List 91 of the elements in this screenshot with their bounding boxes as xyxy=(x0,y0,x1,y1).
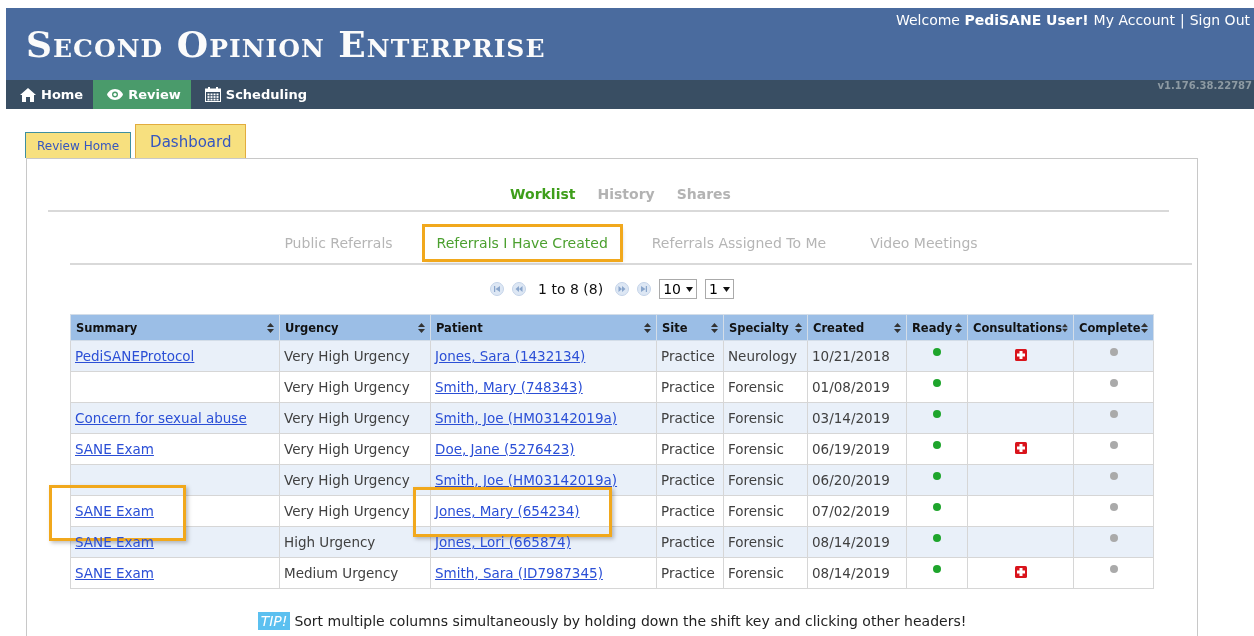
table-cell: Forensic xyxy=(723,402,808,434)
version-text: v1.176.38.22787 xyxy=(1157,80,1252,91)
page-select[interactable]: 1 xyxy=(705,279,734,299)
sign-out-link[interactable]: Sign Out xyxy=(1189,12,1250,28)
table-cell: 08/14/2019 xyxy=(807,557,907,589)
table-cell: Forensic xyxy=(723,371,808,403)
table-cell: Forensic xyxy=(723,526,808,558)
table-cell: Practice xyxy=(656,402,724,434)
section-tab[interactable]: Worklist xyxy=(510,186,576,202)
column-header[interactable]: Created xyxy=(807,314,907,341)
sort-icon xyxy=(955,322,962,333)
table-cell: 06/19/2019 xyxy=(807,433,907,465)
table-cell: Practice xyxy=(656,464,724,496)
medical-cross-icon xyxy=(1014,442,1027,454)
welcome-text: Welcome PediSANE User! xyxy=(895,12,1089,28)
sort-icon xyxy=(644,322,651,333)
patient-link[interactable]: Smith, Joe (HM03142019a) xyxy=(435,472,618,488)
summary-link[interactable]: SANE Exam xyxy=(75,565,154,581)
tab[interactable]: Review Home xyxy=(25,132,132,158)
table-cell: Very High Urgency xyxy=(279,402,431,434)
patient-link[interactable]: Smith, Joe (HM03142019a) xyxy=(435,410,618,426)
medical-cross-icon xyxy=(1014,349,1027,361)
sort-icon xyxy=(795,322,802,333)
eye-icon xyxy=(107,89,124,100)
table-cell: Very High Urgency xyxy=(279,433,431,465)
table-cell: Neurology xyxy=(723,340,808,372)
app-title: Second Opinion Enterprise xyxy=(26,26,546,62)
column-header[interactable]: Complete xyxy=(1073,314,1154,341)
last-page-icon[interactable] xyxy=(637,282,652,296)
column-header[interactable]: Ready xyxy=(906,314,968,341)
table-cell: Very High Urgency xyxy=(279,495,431,527)
sort-icon xyxy=(267,322,274,333)
column-header[interactable]: Consultations xyxy=(967,314,1074,341)
sort-icon xyxy=(894,322,901,333)
table-cell: 01/08/2019 xyxy=(807,371,907,403)
sort-icon xyxy=(1141,322,1148,333)
table-cell: 06/20/2019 xyxy=(807,464,907,496)
medical-cross-icon xyxy=(1014,566,1027,578)
column-header[interactable]: Patient xyxy=(430,314,657,341)
first-page-icon[interactable] xyxy=(490,282,505,296)
summary-link[interactable]: SANE Exam xyxy=(75,441,154,457)
patient-link[interactable]: Jones, Mary (654234) xyxy=(435,503,580,519)
page-range-text: 1 to 8 (8) xyxy=(538,281,604,297)
table-cell: Forensic xyxy=(723,495,808,527)
nav-item[interactable]: Home xyxy=(6,80,94,109)
table-cell: Practice xyxy=(656,526,724,558)
summary-link[interactable]: Concern for sexual abuse xyxy=(75,410,247,426)
sort-icon xyxy=(711,322,718,333)
summary-link[interactable]: SANE Exam xyxy=(75,503,154,519)
table-cell: High Urgency xyxy=(279,526,431,558)
patient-link[interactable]: Doe, Jane (5276423) xyxy=(435,441,575,457)
patient-link[interactable]: Smith, Sara (ID7987345) xyxy=(435,565,603,581)
table-cell: Practice xyxy=(656,557,724,589)
tab[interactable]: Dashboard xyxy=(135,124,247,158)
link-separator: | xyxy=(1179,12,1185,28)
column-header[interactable]: Urgency xyxy=(279,314,431,341)
page-size-select[interactable]: 10 xyxy=(659,279,697,299)
calendar-icon xyxy=(204,87,221,102)
previous-page-icon[interactable] xyxy=(512,282,527,296)
caret-icon xyxy=(686,286,693,292)
column-header[interactable]: Site xyxy=(656,314,724,341)
nav-item[interactable]: Scheduling xyxy=(190,80,317,109)
table-cell: Very High Urgency xyxy=(279,371,431,403)
table-cell: Very High Urgency xyxy=(279,340,431,372)
table-cell: Forensic xyxy=(723,464,808,496)
table-cell: Very High Urgency xyxy=(279,464,431,496)
table-cell: Forensic xyxy=(723,557,808,589)
patient-link[interactable]: Smith, Mary (748343) xyxy=(435,379,583,395)
table-cell: 07/02/2019 xyxy=(807,495,907,527)
table-cell: Medium Urgency xyxy=(279,557,431,589)
tip-badge: TIP! xyxy=(257,612,291,630)
table-cell: Forensic xyxy=(723,433,808,465)
table-cell: Practice xyxy=(656,433,724,465)
caret-icon xyxy=(722,286,730,292)
patient-link[interactable]: Jones, Sara (1432134) xyxy=(435,348,586,364)
table-cell: 10/21/2018 xyxy=(807,340,907,372)
next-page-icon[interactable] xyxy=(615,282,630,296)
my-account-link[interactable]: My Account xyxy=(1093,12,1175,28)
table-cell: Practice xyxy=(656,340,724,372)
table-cell: Practice xyxy=(656,495,724,527)
column-header[interactable]: Summary xyxy=(70,314,280,341)
table-cell: 03/14/2019 xyxy=(807,402,907,434)
tip-text: Sort multiple columns simultaneously by holding down the shift key and clicking other headers! xyxy=(294,613,967,629)
table-cell: 08/14/2019 xyxy=(807,526,907,558)
patient-link[interactable]: Jones, Lori (665874) xyxy=(435,534,571,550)
table-cell: Practice xyxy=(656,371,724,403)
sort-icon xyxy=(1062,322,1068,333)
home-icon xyxy=(20,87,36,102)
column-header[interactable]: Specialty xyxy=(723,314,808,341)
sort-icon xyxy=(418,322,425,333)
summary-link[interactable]: PediSANEProtocol xyxy=(75,348,195,364)
